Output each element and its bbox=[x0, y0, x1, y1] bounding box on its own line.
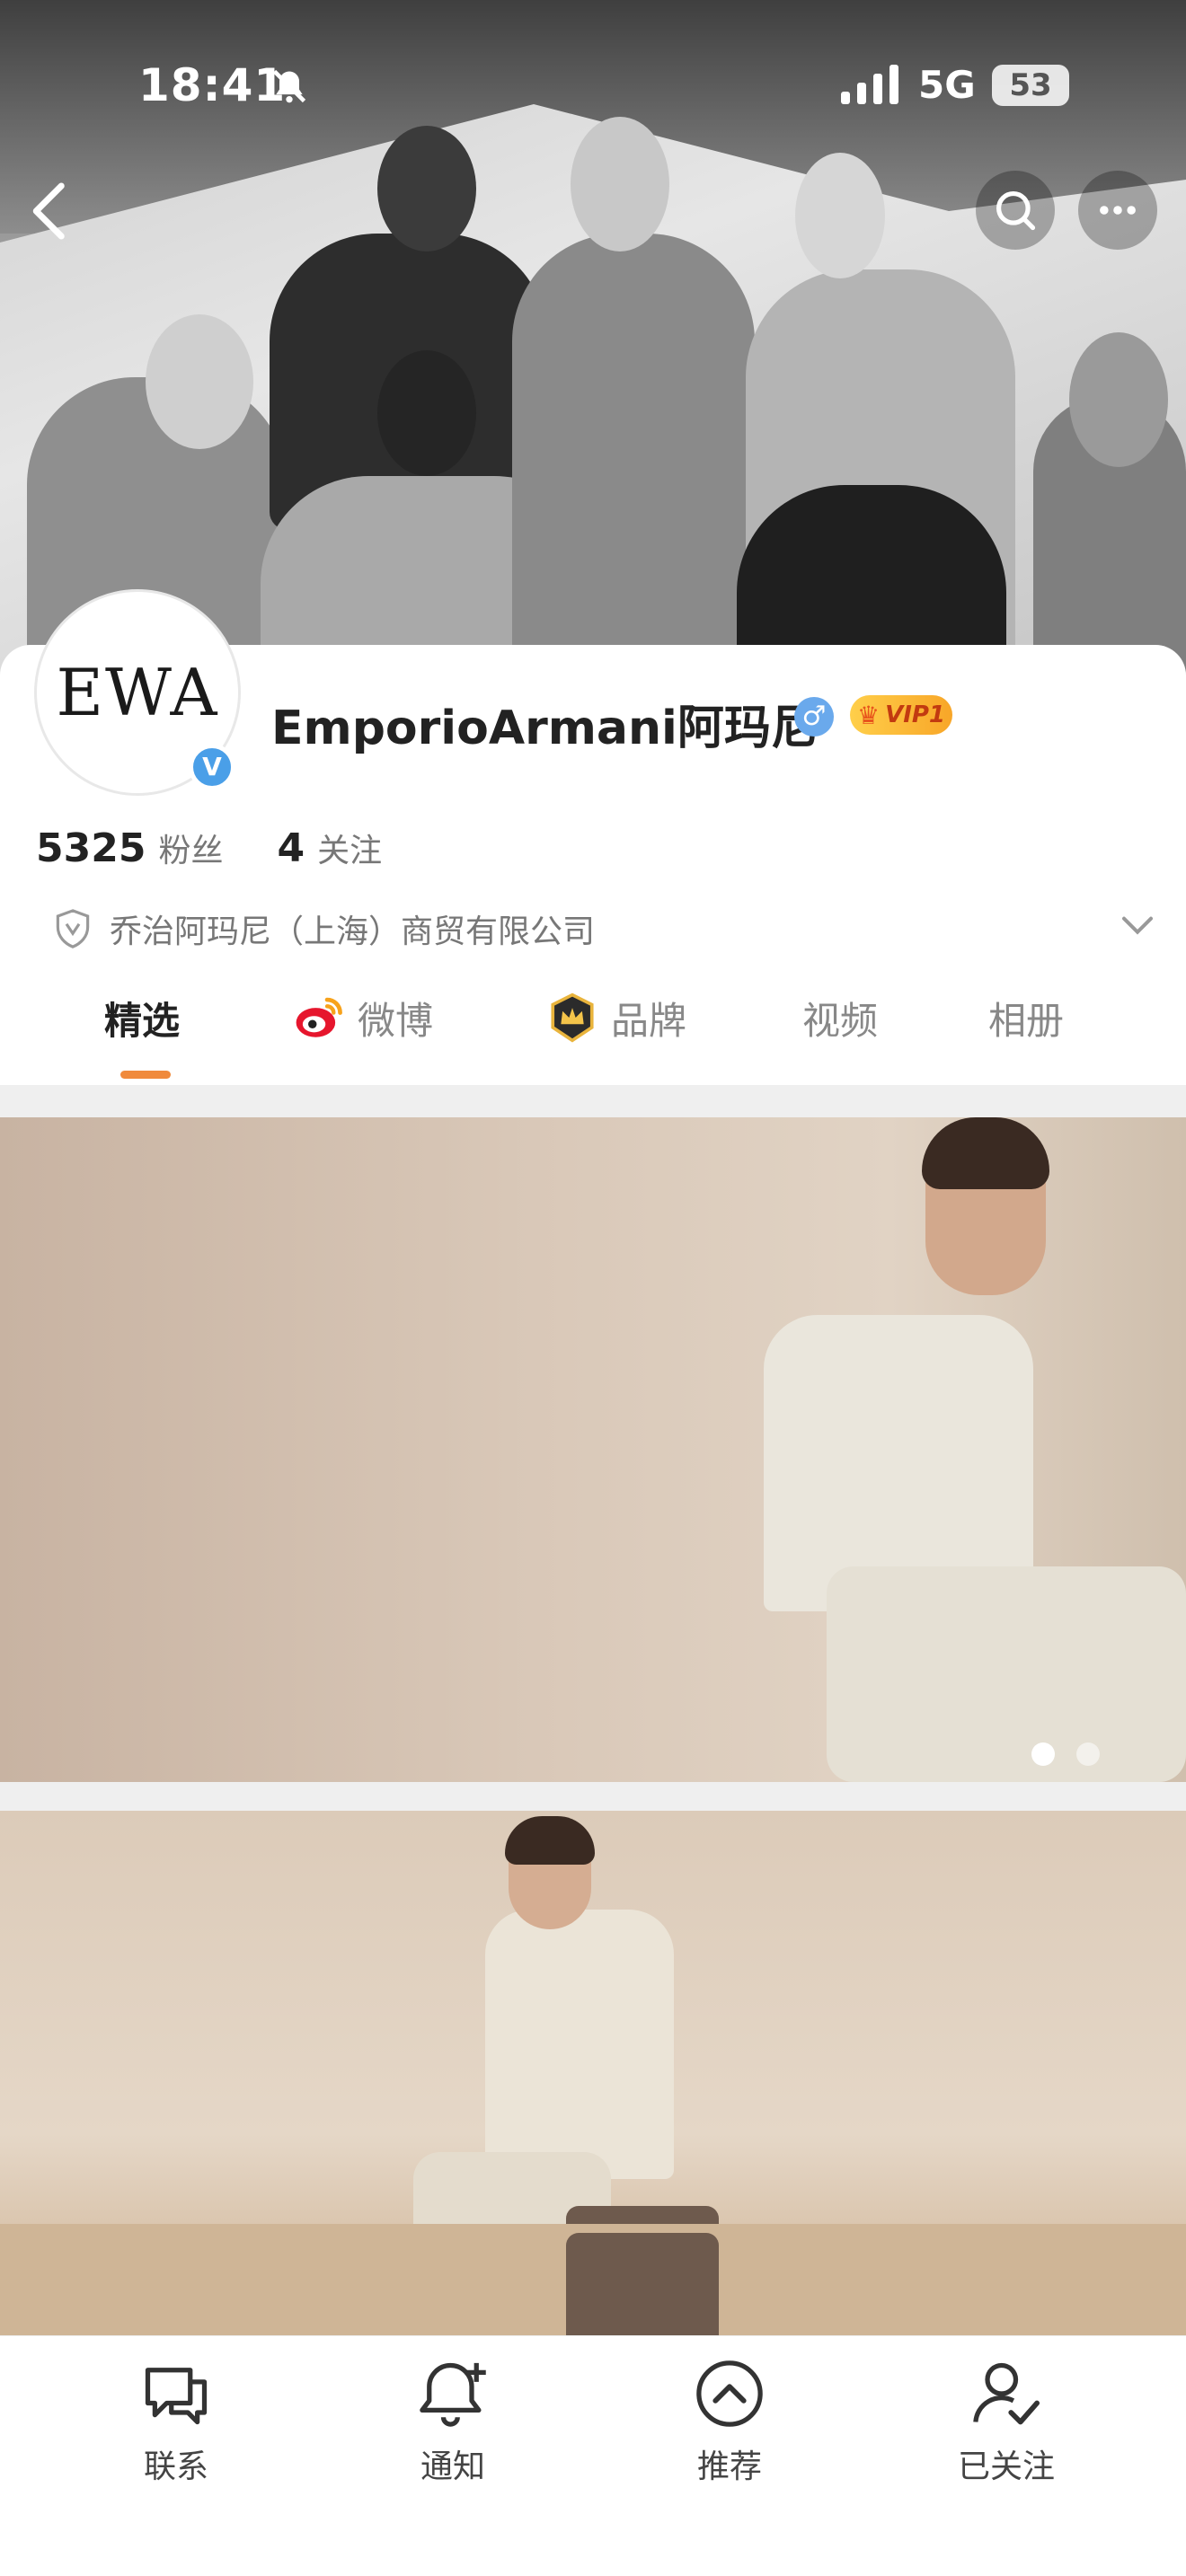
tab-weibo[interactable]: 微博 bbox=[293, 986, 433, 1049]
more-icon bbox=[1100, 206, 1136, 215]
chat-icon bbox=[145, 2368, 208, 2425]
network-type: 5G bbox=[918, 63, 976, 107]
tab-album[interactable]: 相册 bbox=[988, 986, 1064, 1049]
up-circle-icon bbox=[696, 2360, 763, 2427]
active-tab-indicator bbox=[120, 1071, 171, 1079]
status-bar: 18:41 5G 53 bbox=[0, 0, 1186, 171]
vip-label: VIP1 bbox=[885, 701, 946, 728]
tab-featured[interactable]: 精选 bbox=[104, 986, 180, 1049]
featured-photo[interactable] bbox=[0, 1117, 1186, 1782]
avatar-logo-text: EWA bbox=[56, 655, 219, 730]
profile-stats: 5325 粉丝 4 关注 bbox=[36, 825, 436, 871]
photo-model-hair bbox=[922, 1117, 1049, 1189]
battery-indicator: 53 bbox=[992, 65, 1069, 106]
vip-badge[interactable]: ♛ VIP1 bbox=[850, 695, 952, 735]
weibo-icon bbox=[296, 997, 342, 1037]
notify-button[interactable]: 通知 bbox=[363, 2356, 543, 2487]
male-icon: ♂ bbox=[794, 697, 834, 737]
photo-model-body bbox=[485, 1910, 674, 2179]
photo-bag bbox=[566, 2233, 719, 2350]
photo-model-hair bbox=[505, 1816, 595, 1865]
cover-model-head bbox=[1069, 332, 1168, 467]
carousel-dot-active[interactable] bbox=[1031, 1742, 1055, 1766]
tab-label: 微博 bbox=[358, 998, 434, 1043]
post-photo[interactable] bbox=[0, 1811, 1186, 2350]
profile-tabs: 精选 微博 品牌 视频 相册 bbox=[0, 977, 1186, 1076]
profile-name: EmporioArmani阿玛尼 bbox=[271, 701, 818, 755]
cover-model-head bbox=[377, 350, 476, 476]
profile-card: EWA V EmporioArmani阿玛尼 ♂ ♛ VIP1 5325 粉丝 … bbox=[0, 589, 1186, 1085]
search-button[interactable] bbox=[976, 171, 1055, 250]
contact-button[interactable]: 联系 bbox=[86, 2356, 266, 2487]
section-divider bbox=[0, 1782, 1186, 1811]
carousel-dot[interactable] bbox=[1076, 1742, 1100, 1766]
bell-add-icon bbox=[420, 2362, 486, 2427]
chevron-left-icon[interactable] bbox=[23, 180, 77, 243]
cover-model-head bbox=[795, 153, 885, 278]
bell-off-icon bbox=[272, 69, 306, 103]
brand-crown-icon bbox=[551, 992, 594, 1043]
tab-label: 品牌 bbox=[611, 998, 687, 1043]
section-divider bbox=[0, 1085, 1186, 1117]
search-icon bbox=[996, 190, 1036, 231]
tab-label: 精选 bbox=[104, 998, 181, 1043]
shield-icon bbox=[56, 909, 90, 948]
tab-label: 相册 bbox=[988, 998, 1065, 1043]
company-row[interactable]: 乔治阿玛尼（上海）商贸有限公司 bbox=[54, 905, 1153, 952]
recommend-button[interactable]: 推荐 bbox=[640, 2356, 819, 2487]
chevron-down-icon[interactable] bbox=[1120, 913, 1155, 940]
followers-label[interactable]: 粉丝 bbox=[158, 825, 223, 871]
following-count[interactable]: 4 bbox=[277, 825, 305, 871]
recommend-label: 推荐 bbox=[696, 2448, 762, 2485]
carousel-indicator bbox=[1031, 1742, 1100, 1766]
cover-model-head bbox=[146, 314, 253, 449]
tab-video[interactable]: 视频 bbox=[802, 986, 878, 1049]
more-button[interactable] bbox=[1078, 171, 1157, 250]
followers-count[interactable]: 5325 bbox=[36, 825, 146, 871]
user-check-icon bbox=[973, 2362, 1040, 2425]
following-label: 已关注 bbox=[957, 2448, 1055, 2485]
tab-label: 视频 bbox=[802, 998, 879, 1043]
bottom-action-bar: 联系 通知 推荐 已关注 bbox=[0, 2335, 1186, 2576]
photo-model-legs bbox=[827, 1566, 1186, 1782]
tab-brand[interactable]: 品牌 bbox=[546, 986, 686, 1049]
following-button[interactable]: 已关注 bbox=[916, 2356, 1096, 2487]
verified-badge: V bbox=[189, 744, 235, 790]
company-name: 乔治阿玛尼（上海）商贸有限公司 bbox=[110, 913, 596, 950]
cover-model bbox=[512, 234, 755, 683]
signal-icon bbox=[841, 65, 898, 104]
status-time: 18:41 bbox=[138, 59, 287, 111]
crown-icon: ♛ bbox=[856, 700, 881, 730]
contact-label: 联系 bbox=[143, 2448, 208, 2485]
notify-label: 通知 bbox=[420, 2448, 485, 2485]
following-label[interactable]: 关注 bbox=[317, 825, 382, 871]
